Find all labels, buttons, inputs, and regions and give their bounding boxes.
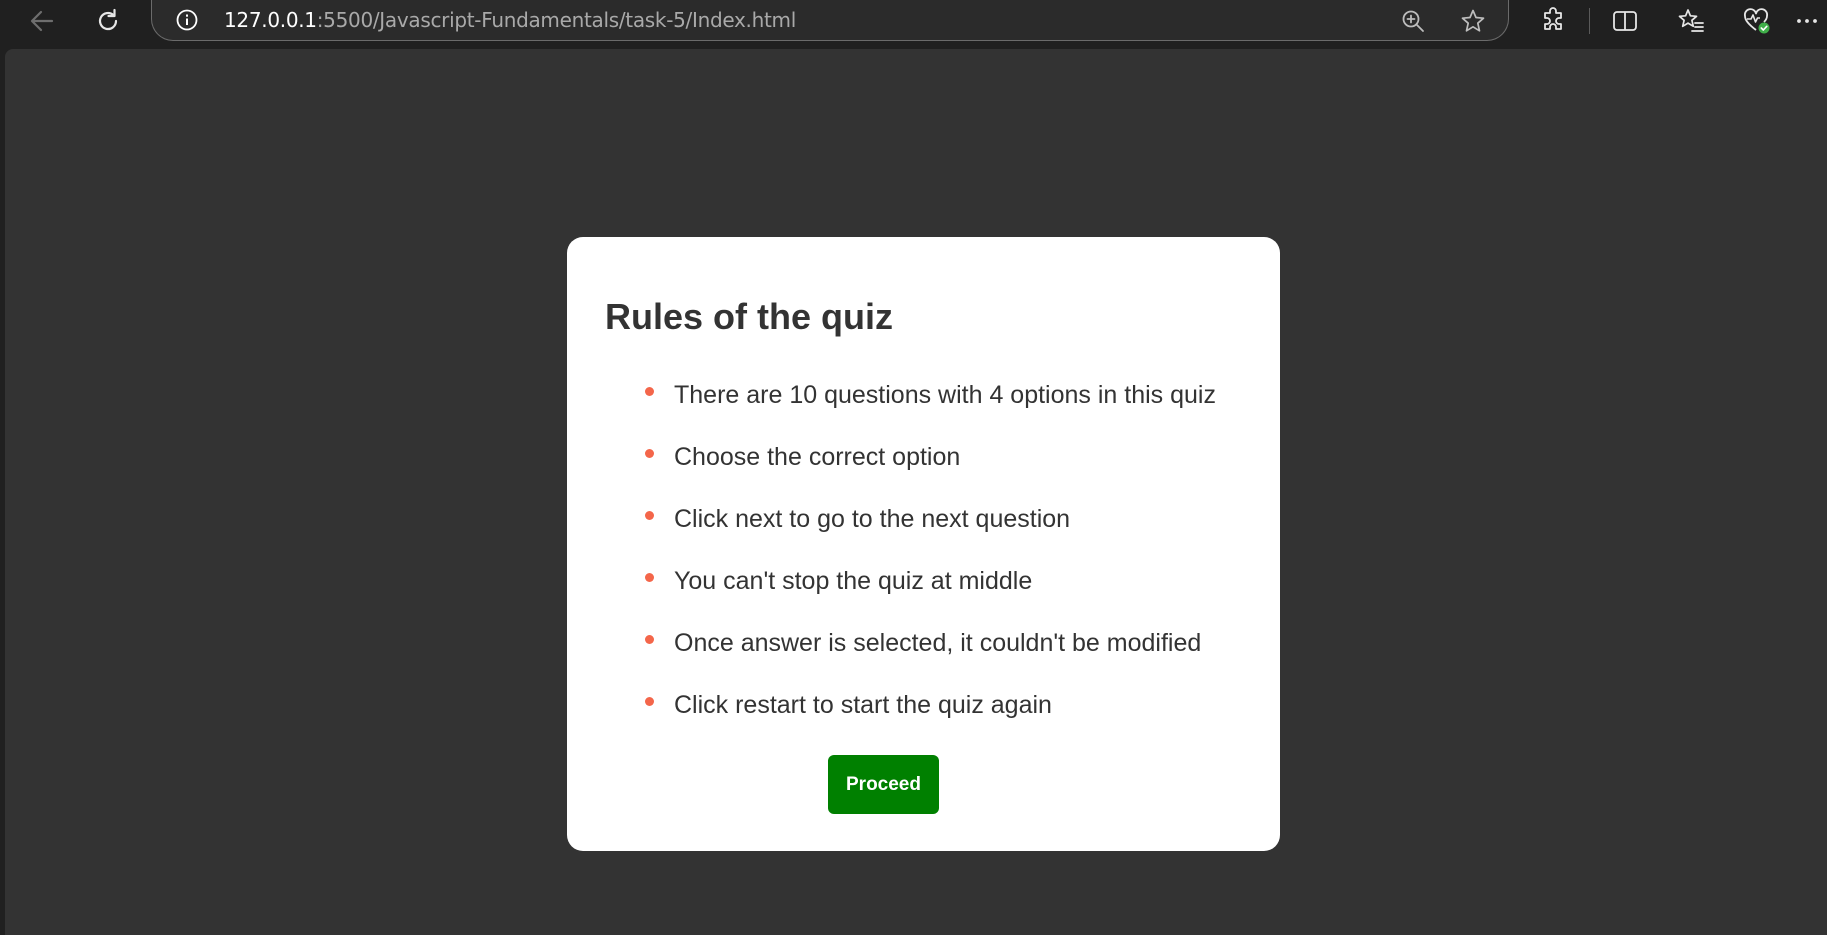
split-screen-button[interactable]	[1605, 0, 1645, 42]
back-button[interactable]	[22, 0, 62, 42]
url-host: 127.0.0.1	[224, 8, 317, 32]
back-icon	[30, 10, 54, 32]
rule-text: There are 10 questions with 4 options in…	[674, 381, 1216, 409]
bullet-icon	[645, 449, 654, 458]
rule-text: You can't stop the quiz at middle	[674, 567, 1033, 595]
toolbar-separator	[1589, 8, 1590, 34]
quiz-rules-card: Rules of the quiz There are 10 questions…	[567, 237, 1280, 851]
address-bar[interactable]: 127.0.0.1:5500/Javascript-Fundamentals/t…	[151, 0, 1509, 41]
bullet-icon	[645, 387, 654, 396]
extensions-button[interactable]	[1533, 0, 1573, 42]
browser-essentials-button[interactable]	[1737, 0, 1777, 42]
more-icon	[1797, 19, 1817, 23]
zoom-icon[interactable]	[1400, 8, 1426, 34]
rule-text: Click restart to start the quiz again	[674, 691, 1052, 719]
url-text[interactable]: 127.0.0.1:5500/Javascript-Fundamentals/t…	[224, 9, 796, 31]
favorites-icon	[1678, 9, 1704, 32]
rule-text: Choose the correct option	[674, 443, 961, 471]
quiz-rules-title: Rules of the quiz	[605, 296, 893, 337]
proceed-button[interactable]: Proceed	[828, 755, 939, 814]
url-path: :5500/Javascript-Fundamentals/task-5/Ind…	[316, 8, 797, 32]
bullet-icon	[645, 697, 654, 706]
bullet-icon	[645, 573, 654, 582]
refresh-button[interactable]	[88, 0, 128, 42]
extensions-icon	[1544, 7, 1562, 30]
favorite-star-icon[interactable]	[1460, 8, 1486, 34]
bullet-icon	[645, 511, 654, 520]
site-info-icon[interactable]	[176, 9, 198, 31]
split-screen-icon	[1613, 11, 1637, 31]
refresh-icon	[98, 8, 118, 31]
more-button[interactable]	[1795, 0, 1827, 42]
bullet-icon	[645, 635, 654, 644]
browser-toolbar: 127.0.0.1:5500/Javascript-Fundamentals/t…	[0, 0, 1827, 44]
favorites-button[interactable]	[1671, 0, 1711, 42]
browser-essentials-icon	[1744, 8, 1770, 34]
rule-text: Click next to go to the next question	[674, 505, 1071, 533]
page-viewport: Rules of the quiz There are 10 questions…	[5, 49, 1827, 935]
rule-text: Once answer is selected, it couldn't be …	[674, 629, 1202, 657]
